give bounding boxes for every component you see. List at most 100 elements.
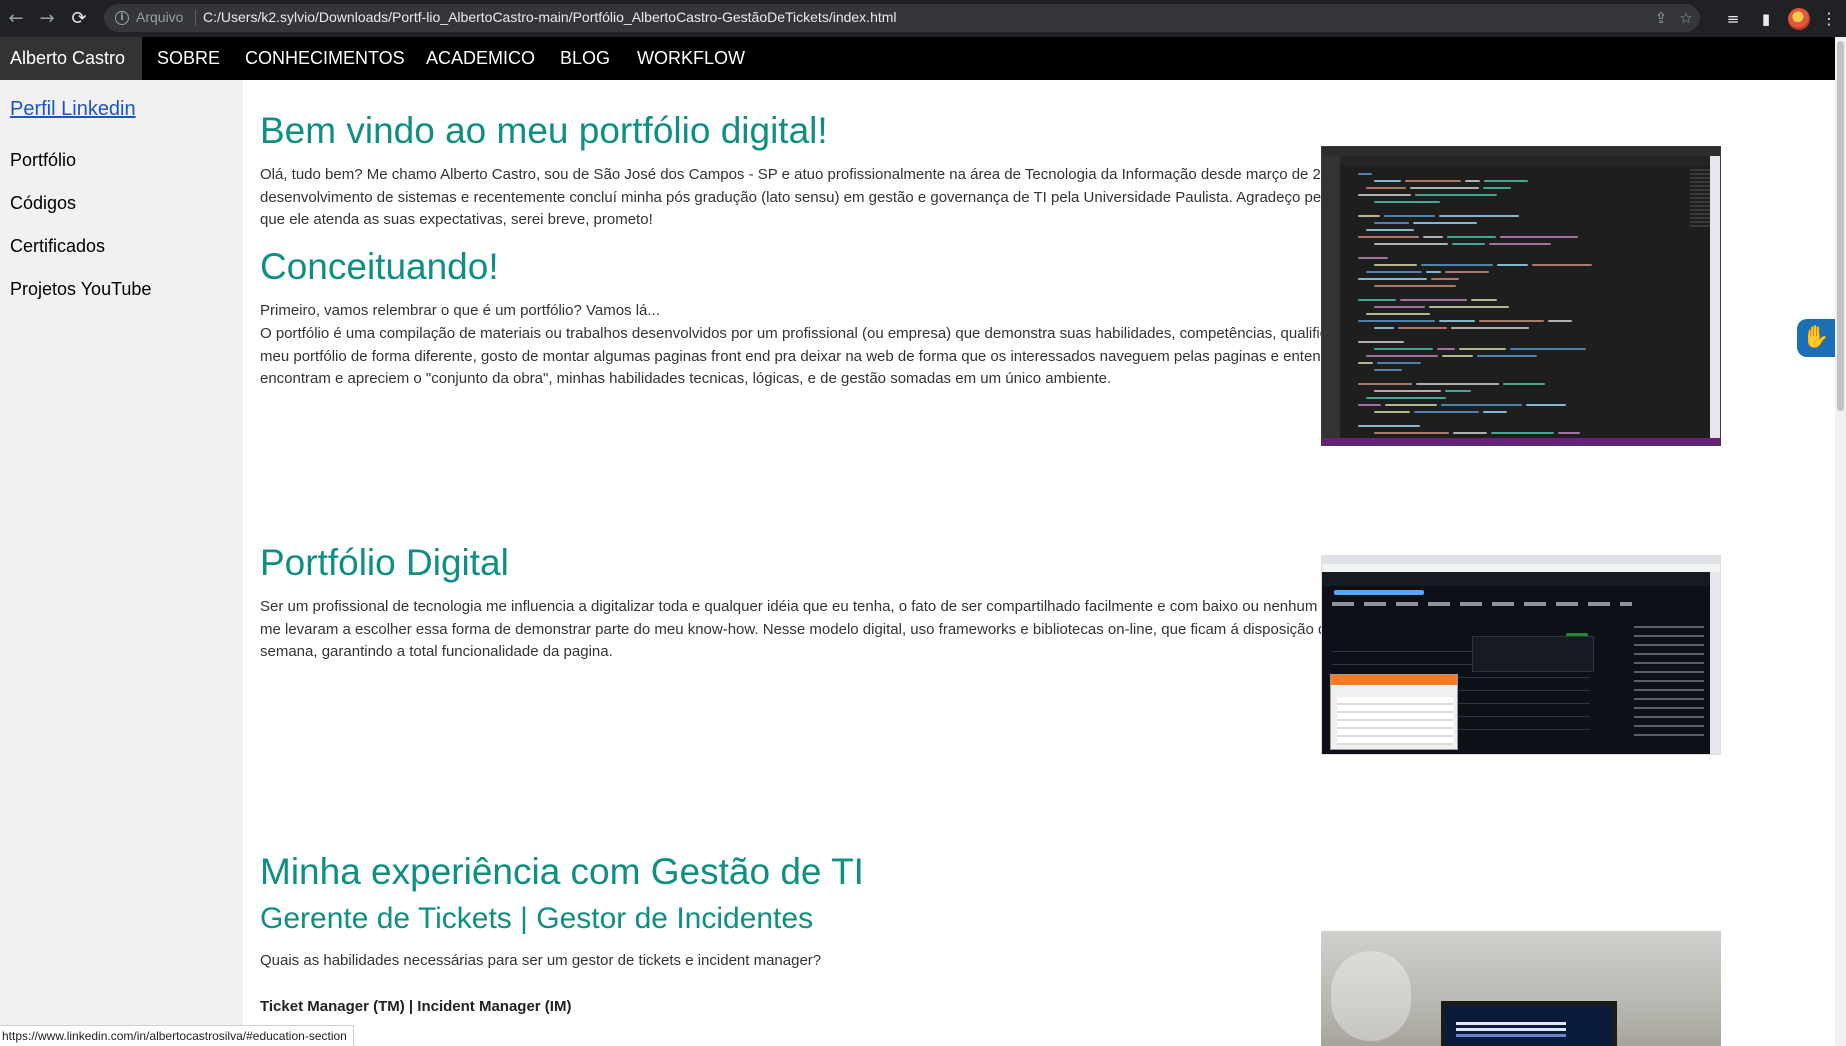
sidebar-item-linkedin[interactable]: Perfil Linkedin	[10, 98, 136, 121]
editor-minimap	[1690, 169, 1712, 229]
topnav-item-academico[interactable]: ACADEMICO	[426, 37, 535, 80]
code-line-segment	[1374, 411, 1410, 413]
sign-language-icon[interactable]: ✋	[1797, 319, 1835, 357]
topnav-item-conhecimentos[interactable]: CONHECIMENTOS	[245, 37, 405, 80]
code-line-segment	[1415, 194, 1497, 196]
xampp-header	[1331, 675, 1457, 685]
code-line-segment	[1374, 180, 1401, 182]
code-line-segment	[1548, 320, 1572, 322]
more-menu-icon[interactable]: ⋮	[1821, 8, 1837, 30]
scheme-label: Arquivo	[136, 9, 184, 25]
sidebar: Perfil Linkedin Portfólio Códigos Certif…	[0, 80, 243, 1046]
code-line-segment	[1374, 432, 1449, 434]
reload-icon[interactable]: ⟳	[68, 8, 90, 30]
code-line-segment	[1451, 327, 1529, 329]
laptop-photo-image	[1321, 931, 1721, 1046]
brand-link[interactable]: Alberto Castro	[0, 37, 142, 80]
info-icon[interactable]: i	[115, 11, 129, 25]
reading-list-icon[interactable]: ≡	[1722, 8, 1744, 30]
forward-icon[interactable]: →	[36, 8, 58, 30]
github-screenshot-image	[1321, 555, 1721, 755]
laptop-screen-text	[1456, 1022, 1566, 1025]
code-line-segment	[1358, 278, 1427, 280]
code-line-segment	[1413, 222, 1477, 224]
xampp-window	[1330, 674, 1458, 750]
code-line-segment	[1358, 257, 1388, 259]
concept-heading: Conceituando!	[260, 246, 499, 287]
experience-heading: Minha experiência com Gestão de TI	[260, 851, 864, 892]
code-line-segment	[1479, 320, 1544, 322]
share-icon[interactable]: ⇪	[1651, 8, 1671, 28]
code-line-segment	[1426, 271, 1441, 273]
tickets-roles: Ticket Manager (TM) | Incident Manager (…	[260, 998, 572, 1015]
side-panel-icon[interactable]: ▮	[1755, 8, 1777, 30]
xampp-grid	[1337, 697, 1453, 745]
code-line-segment	[1431, 278, 1459, 280]
gh-popup	[1472, 636, 1594, 672]
code-line-segment	[1400, 299, 1467, 301]
editor-side-strip	[1710, 156, 1720, 440]
code-line-segment	[1405, 180, 1461, 182]
code-line-segment	[1484, 180, 1528, 182]
editor-activity-bar	[1322, 156, 1340, 440]
code-line-segment	[1366, 187, 1406, 189]
sidebar-item-portfolio[interactable]: Portfólio	[10, 150, 76, 171]
laptop-screen	[1441, 1001, 1617, 1046]
code-line-segment	[1358, 173, 1372, 175]
omnibox-divider	[195, 10, 196, 26]
code-line-segment	[1416, 383, 1499, 385]
code-line-segment	[1358, 425, 1420, 427]
code-line-segment	[1497, 264, 1528, 266]
editor-tabs	[1340, 156, 1718, 166]
sidebar-item-codigos[interactable]: Códigos	[10, 193, 76, 214]
code-editor-image	[1321, 146, 1721, 446]
code-line-segment	[1483, 411, 1507, 413]
code-line-segment	[1441, 404, 1522, 406]
profile-avatar[interactable]	[1788, 8, 1810, 30]
site-topnav: Alberto Castro SOBRE CONHECIMENTOS ACADE…	[0, 37, 1835, 80]
code-line-segment	[1374, 243, 1448, 245]
url-text[interactable]: C:/Users/k2.sylvio/Downloads/Portf-lio_A…	[203, 9, 897, 25]
code-line-segment	[1374, 306, 1425, 308]
code-line-segment	[1429, 306, 1509, 308]
code-line-segment	[1358, 341, 1404, 343]
code-line-segment	[1358, 299, 1396, 301]
code-line-segment	[1410, 187, 1479, 189]
code-line-segment	[1447, 236, 1496, 238]
sidebar-item-certificados[interactable]: Certificados	[10, 236, 105, 257]
code-line-segment	[1384, 215, 1435, 217]
code-line-segment	[1437, 348, 1455, 350]
code-line-segment	[1489, 243, 1551, 245]
code-line-segment	[1374, 369, 1402, 371]
code-line-segment	[1491, 432, 1554, 434]
code-line-segment	[1374, 201, 1440, 203]
code-line-segment	[1374, 264, 1417, 266]
code-line-segment	[1558, 432, 1580, 434]
topnav-item-workflow[interactable]: WORKFLOW	[637, 37, 745, 80]
code-line-segment	[1366, 397, 1446, 399]
welcome-heading: Bem vindo ao meu portfólio digital!	[260, 110, 828, 151]
code-line-segment	[1385, 404, 1437, 406]
gh-side-strip	[1710, 572, 1720, 754]
bookmark-star-icon[interactable]: ☆	[1676, 8, 1696, 28]
code-line-segment	[1483, 187, 1511, 189]
sidebar-item-youtube[interactable]: Projetos YouTube	[10, 279, 151, 300]
gh-header	[1322, 572, 1720, 586]
gh-about-sidebar	[1634, 626, 1704, 736]
code-line-segment	[1358, 404, 1381, 406]
code-line-segment	[1358, 236, 1419, 238]
topnav-item-sobre[interactable]: SOBRE	[157, 37, 220, 80]
code-line-segment	[1477, 355, 1537, 357]
address-bar[interactable]: i Arquivo C:/Users/k2.sylvio/Downloads/P…	[104, 4, 1700, 32]
code-line-segment	[1358, 362, 1373, 364]
code-line-segment	[1510, 348, 1586, 350]
page-scrollbar[interactable]	[1835, 37, 1846, 1046]
topnav-item-blog[interactable]: BLOG	[560, 37, 610, 80]
code-line-segment	[1398, 327, 1447, 329]
code-line-segment	[1532, 264, 1592, 266]
code-line-segment	[1366, 271, 1422, 273]
code-line-segment	[1526, 404, 1566, 406]
scrollbar-thumb[interactable]	[1837, 41, 1844, 411]
back-icon[interactable]: ←	[5, 8, 27, 30]
code-line-segment	[1465, 180, 1480, 182]
